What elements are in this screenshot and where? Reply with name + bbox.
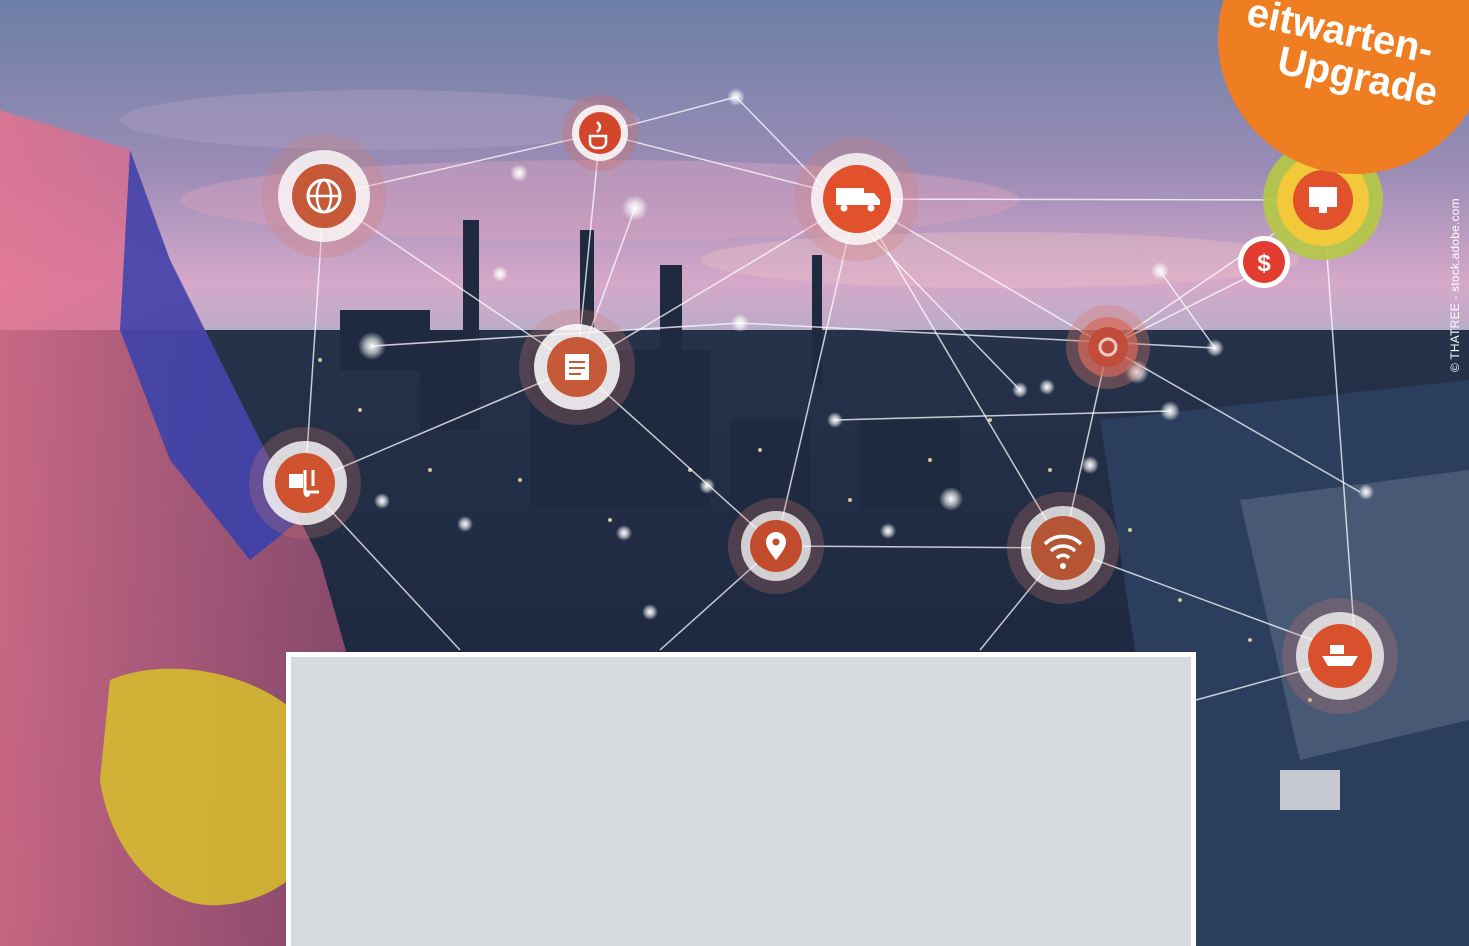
- gear-icon: [1066, 305, 1150, 389]
- java-icon: [562, 95, 638, 171]
- location-pin-icon: [728, 498, 824, 594]
- svg-text:$: $: [1257, 250, 1271, 277]
- wifi-icon: [1007, 492, 1119, 604]
- photo-credit: © THATREE - stock.adobe.com: [1448, 198, 1462, 372]
- globe-icon: [262, 134, 386, 258]
- truck-icon: [795, 137, 919, 261]
- ship-icon: [1282, 598, 1398, 714]
- control-room-frame: [286, 652, 1196, 946]
- hero-image: $ eitwarten- Upgrade © THATREE - stock.a…: [0, 0, 1469, 946]
- document-icon: [519, 309, 635, 425]
- dollar-icon: $: [1238, 236, 1290, 288]
- cloud: [700, 232, 1300, 288]
- forklift-icon: [249, 427, 361, 539]
- dock-building: [1280, 770, 1340, 810]
